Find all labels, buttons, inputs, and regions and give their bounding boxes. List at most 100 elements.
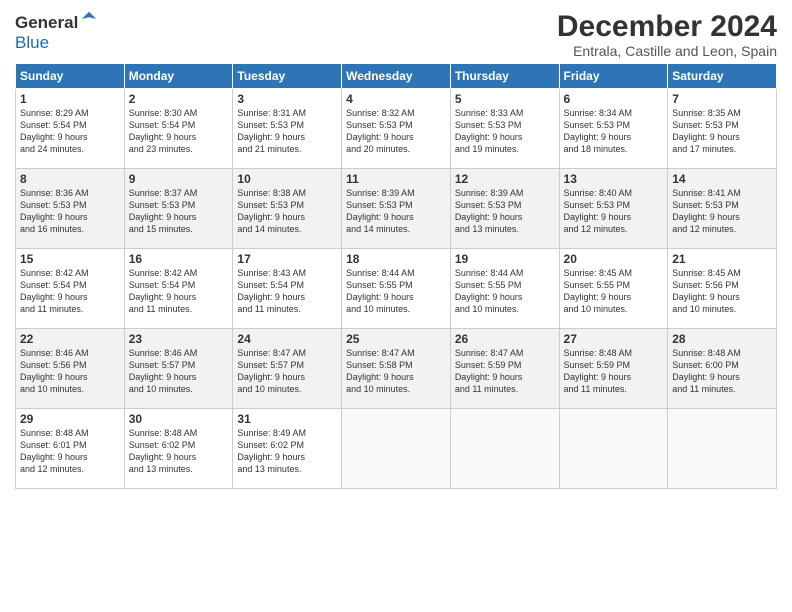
day-number: 24 [237, 332, 337, 346]
calendar-table: SundayMondayTuesdayWednesdayThursdayFrid… [15, 63, 777, 489]
day-number: 18 [346, 252, 446, 266]
day-detail: Sunrise: 8:36 AM Sunset: 5:53 PM Dayligh… [20, 187, 120, 236]
calendar-cell: 8Sunrise: 8:36 AM Sunset: 5:53 PM Daylig… [16, 169, 125, 249]
calendar-cell: 11Sunrise: 8:39 AM Sunset: 5:53 PM Dayli… [342, 169, 451, 249]
day-detail: Sunrise: 8:44 AM Sunset: 5:55 PM Dayligh… [455, 267, 555, 316]
day-number: 26 [455, 332, 555, 346]
day-number: 1 [20, 92, 120, 106]
day-detail: Sunrise: 8:29 AM Sunset: 5:54 PM Dayligh… [20, 107, 120, 156]
calendar-cell: 26Sunrise: 8:47 AM Sunset: 5:59 PM Dayli… [450, 329, 559, 409]
calendar-cell: 16Sunrise: 8:42 AM Sunset: 5:54 PM Dayli… [124, 249, 233, 329]
day-detail: Sunrise: 8:49 AM Sunset: 6:02 PM Dayligh… [237, 427, 337, 476]
calendar-cell [342, 409, 451, 489]
calendar-cell: 15Sunrise: 8:42 AM Sunset: 5:54 PM Dayli… [16, 249, 125, 329]
logo-blue-text: Blue [15, 33, 49, 53]
day-number: 2 [129, 92, 229, 106]
header-friday: Friday [559, 64, 668, 89]
calendar-cell: 4Sunrise: 8:32 AM Sunset: 5:53 PM Daylig… [342, 89, 451, 169]
month-title: December 2024 [557, 10, 777, 43]
day-number: 22 [20, 332, 120, 346]
day-number: 29 [20, 412, 120, 426]
calendar-cell: 3Sunrise: 8:31 AM Sunset: 5:53 PM Daylig… [233, 89, 342, 169]
day-detail: Sunrise: 8:46 AM Sunset: 5:57 PM Dayligh… [129, 347, 229, 396]
day-detail: Sunrise: 8:30 AM Sunset: 5:54 PM Dayligh… [129, 107, 229, 156]
day-number: 25 [346, 332, 446, 346]
calendar-cell: 14Sunrise: 8:41 AM Sunset: 5:53 PM Dayli… [668, 169, 777, 249]
day-detail: Sunrise: 8:43 AM Sunset: 5:54 PM Dayligh… [237, 267, 337, 316]
week-row-3: 22Sunrise: 8:46 AM Sunset: 5:56 PM Dayli… [16, 329, 777, 409]
day-number: 4 [346, 92, 446, 106]
calendar-cell [450, 409, 559, 489]
calendar-cell: 18Sunrise: 8:44 AM Sunset: 5:55 PM Dayli… [342, 249, 451, 329]
day-detail: Sunrise: 8:39 AM Sunset: 5:53 PM Dayligh… [346, 187, 446, 236]
calendar-cell: 5Sunrise: 8:33 AM Sunset: 5:53 PM Daylig… [450, 89, 559, 169]
day-detail: Sunrise: 8:47 AM Sunset: 5:59 PM Dayligh… [455, 347, 555, 396]
calendar-cell: 6Sunrise: 8:34 AM Sunset: 5:53 PM Daylig… [559, 89, 668, 169]
day-number: 27 [564, 332, 664, 346]
day-detail: Sunrise: 8:44 AM Sunset: 5:55 PM Dayligh… [346, 267, 446, 316]
calendar-body: 1Sunrise: 8:29 AM Sunset: 5:54 PM Daylig… [16, 89, 777, 489]
day-number: 6 [564, 92, 664, 106]
header-sunday: Sunday [16, 64, 125, 89]
day-detail: Sunrise: 8:47 AM Sunset: 5:58 PM Dayligh… [346, 347, 446, 396]
day-number: 5 [455, 92, 555, 106]
day-detail: Sunrise: 8:48 AM Sunset: 6:01 PM Dayligh… [20, 427, 120, 476]
calendar-cell: 25Sunrise: 8:47 AM Sunset: 5:58 PM Dayli… [342, 329, 451, 409]
calendar-cell: 13Sunrise: 8:40 AM Sunset: 5:53 PM Dayli… [559, 169, 668, 249]
calendar-cell: 23Sunrise: 8:46 AM Sunset: 5:57 PM Dayli… [124, 329, 233, 409]
calendar-cell: 29Sunrise: 8:48 AM Sunset: 6:01 PM Dayli… [16, 409, 125, 489]
day-number: 20 [564, 252, 664, 266]
week-row-1: 8Sunrise: 8:36 AM Sunset: 5:53 PM Daylig… [16, 169, 777, 249]
day-number: 8 [20, 172, 120, 186]
day-number: 15 [20, 252, 120, 266]
day-detail: Sunrise: 8:39 AM Sunset: 5:53 PM Dayligh… [455, 187, 555, 236]
day-number: 11 [346, 172, 446, 186]
calendar-cell: 21Sunrise: 8:45 AM Sunset: 5:56 PM Dayli… [668, 249, 777, 329]
header-wednesday: Wednesday [342, 64, 451, 89]
calendar-cell: 28Sunrise: 8:48 AM Sunset: 6:00 PM Dayli… [668, 329, 777, 409]
header: General Blue December 2024 Entrala, Cast… [15, 10, 777, 59]
day-number: 7 [672, 92, 772, 106]
day-detail: Sunrise: 8:48 AM Sunset: 6:00 PM Dayligh… [672, 347, 772, 396]
day-detail: Sunrise: 8:48 AM Sunset: 5:59 PM Dayligh… [564, 347, 664, 396]
day-detail: Sunrise: 8:46 AM Sunset: 5:56 PM Dayligh… [20, 347, 120, 396]
calendar-cell: 9Sunrise: 8:37 AM Sunset: 5:53 PM Daylig… [124, 169, 233, 249]
calendar-container: General Blue December 2024 Entrala, Cast… [0, 0, 792, 499]
calendar-header-row: SundayMondayTuesdayWednesdayThursdayFrid… [16, 64, 777, 89]
day-detail: Sunrise: 8:32 AM Sunset: 5:53 PM Dayligh… [346, 107, 446, 156]
day-detail: Sunrise: 8:37 AM Sunset: 5:53 PM Dayligh… [129, 187, 229, 236]
calendar-cell: 30Sunrise: 8:48 AM Sunset: 6:02 PM Dayli… [124, 409, 233, 489]
week-row-4: 29Sunrise: 8:48 AM Sunset: 6:01 PM Dayli… [16, 409, 777, 489]
day-detail: Sunrise: 8:42 AM Sunset: 5:54 PM Dayligh… [129, 267, 229, 316]
header-monday: Monday [124, 64, 233, 89]
week-row-0: 1Sunrise: 8:29 AM Sunset: 5:54 PM Daylig… [16, 89, 777, 169]
calendar-cell: 22Sunrise: 8:46 AM Sunset: 5:56 PM Dayli… [16, 329, 125, 409]
title-block: December 2024 Entrala, Castille and Leon… [557, 10, 777, 59]
logo: General Blue [15, 10, 98, 53]
calendar-cell [668, 409, 777, 489]
day-number: 21 [672, 252, 772, 266]
location-subtitle: Entrala, Castille and Leon, Spain [557, 43, 777, 59]
day-number: 30 [129, 412, 229, 426]
day-detail: Sunrise: 8:34 AM Sunset: 5:53 PM Dayligh… [564, 107, 664, 156]
day-number: 28 [672, 332, 772, 346]
header-thursday: Thursday [450, 64, 559, 89]
calendar-cell: 20Sunrise: 8:45 AM Sunset: 5:55 PM Dayli… [559, 249, 668, 329]
header-tuesday: Tuesday [233, 64, 342, 89]
day-detail: Sunrise: 8:41 AM Sunset: 5:53 PM Dayligh… [672, 187, 772, 236]
day-detail: Sunrise: 8:33 AM Sunset: 5:53 PM Dayligh… [455, 107, 555, 156]
day-number: 17 [237, 252, 337, 266]
calendar-cell: 1Sunrise: 8:29 AM Sunset: 5:54 PM Daylig… [16, 89, 125, 169]
day-number: 9 [129, 172, 229, 186]
calendar-cell: 31Sunrise: 8:49 AM Sunset: 6:02 PM Dayli… [233, 409, 342, 489]
day-detail: Sunrise: 8:48 AM Sunset: 6:02 PM Dayligh… [129, 427, 229, 476]
week-row-2: 15 Sunrise: 8:42 AM Sunset: 5:54 PM Dayli… [16, 249, 777, 329]
day-number: 16 [129, 252, 229, 266]
day-number: 12 [455, 172, 555, 186]
calendar-cell [559, 409, 668, 489]
calendar-cell: 19Sunrise: 8:44 AM Sunset: 5:55 PM Dayli… [450, 249, 559, 329]
day-detail: Sunrise: 8:38 AM Sunset: 5:53 PM Dayligh… [237, 187, 337, 236]
calendar-cell: 27Sunrise: 8:48 AM Sunset: 5:59 PM Dayli… [559, 329, 668, 409]
header-saturday: Saturday [668, 64, 777, 89]
day-number: 3 [237, 92, 337, 106]
